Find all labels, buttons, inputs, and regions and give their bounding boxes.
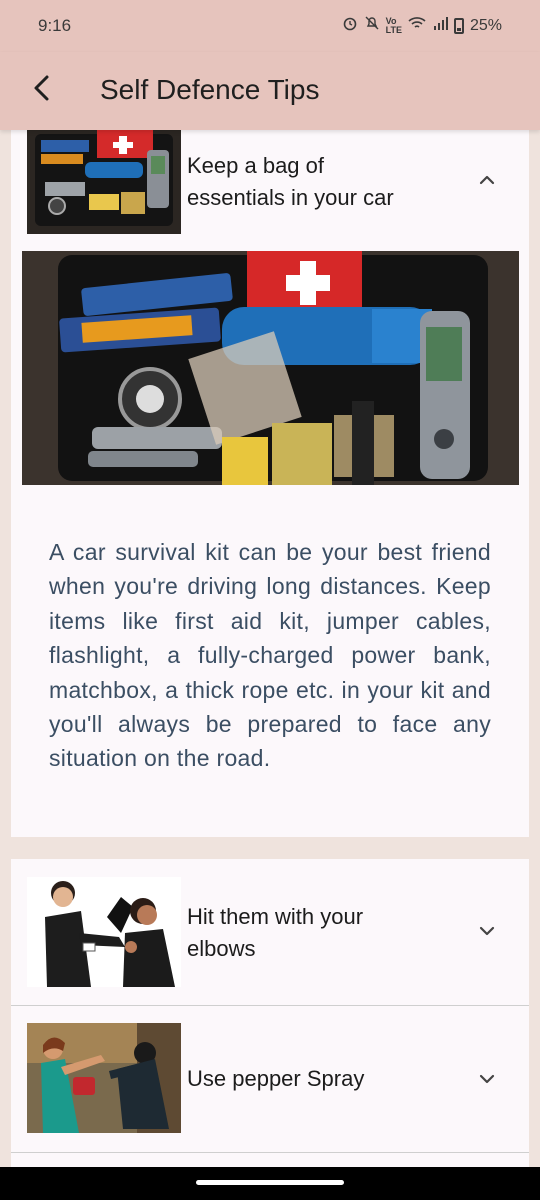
system-nav-bar (0, 1167, 540, 1200)
back-arrow-icon (31, 74, 53, 107)
divider (11, 1152, 529, 1153)
status-icons: Vo LTE 25% (342, 15, 502, 36)
tip-header[interactable]: Hit them with your elbows (11, 859, 529, 1005)
volte-icon: Vo LTE (385, 15, 402, 35)
alarm-icon (342, 15, 358, 36)
mute-icon (364, 15, 380, 36)
app-bar: Self Defence Tips (0, 52, 540, 130)
tip-card: Hit them with your elbows Use pepper Spr… (11, 859, 529, 1167)
tip-image (22, 251, 519, 485)
tip-description: A car survival kit can be your best frie… (49, 539, 491, 772)
tip-title: Keep a bag of essentials in your car (187, 153, 394, 210)
chevron-down-icon[interactable] (477, 921, 497, 941)
tip-title: Use pepper Spray (187, 1066, 365, 1091)
elbow-strike-thumbnail (27, 877, 181, 987)
chevron-up-icon[interactable] (477, 170, 497, 190)
pepper-spray-thumbnail (27, 1023, 181, 1133)
tip-title: Hit them with your elbows (187, 904, 364, 961)
wifi-icon (408, 15, 426, 36)
tip-header[interactable]: Use pepper Spray (11, 1006, 529, 1152)
tip-card: Keep a bag of essentials in your car A c… (11, 130, 529, 837)
signal-icon (432, 15, 448, 36)
chevron-down-icon[interactable] (477, 1069, 497, 1089)
status-bar: 9:16 Vo LTE 25% (0, 0, 540, 52)
battery-percent: 25% (469, 16, 502, 34)
tip-header[interactable]: Keep a bag of essentials in your car (11, 130, 529, 240)
status-time: 9:16 (38, 16, 72, 35)
tips-list[interactable]: Keep a bag of essentials in your car A c… (0, 130, 540, 1167)
battery-icon (453, 17, 464, 34)
car-kit-thumbnail (27, 130, 181, 234)
back-button[interactable] (22, 70, 62, 110)
home-gesture-handle[interactable] (196, 1180, 344, 1185)
page-title: Self Defence Tips (100, 74, 320, 105)
